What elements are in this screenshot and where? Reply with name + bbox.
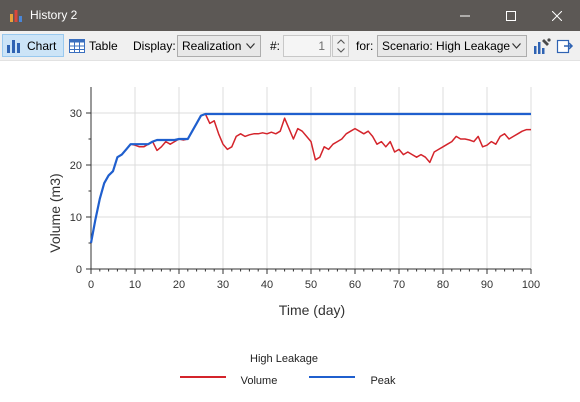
maximize-icon	[506, 10, 516, 21]
x-tick-label: 20	[173, 279, 185, 291]
bar-chart-icon	[7, 40, 20, 53]
chart-properties-icon[interactable]	[533, 37, 551, 55]
x-tick-label: 0	[88, 279, 94, 291]
axes: 0 10 20 30 40 50 60 70 80 90 100 0 10 20 30	[70, 87, 540, 291]
minimize-icon	[460, 15, 470, 16]
scenario-select-value: Scenario: High Leakage	[382, 39, 511, 53]
y-tick-label: 20	[70, 160, 82, 172]
history-chart: 0 10 20 30 40 50 60 70 80 90 100 0 10 20 30 Volume (m3…	[47, 87, 540, 387]
toolbar: Chart Table Display: Realization #: 1 fo…	[0, 31, 580, 61]
history-chart-app-icon	[10, 10, 22, 22]
x-tick-label: 40	[261, 279, 273, 291]
title-bar: History 2	[0, 0, 580, 31]
display-label: Display:	[133, 39, 176, 53]
realization-spinner[interactable]	[332, 35, 349, 57]
scenario-label: for:	[356, 39, 374, 53]
display-select[interactable]: Realization	[177, 35, 261, 57]
legend-title: High Leakage	[250, 353, 318, 365]
chart-view-label: Chart	[27, 38, 57, 53]
table-icon	[69, 38, 85, 53]
table-view-button[interactable]: Table	[67, 34, 121, 57]
x-axis-label: Time (day)	[279, 302, 345, 318]
minimize-button[interactable]	[442, 0, 488, 31]
maximize-button[interactable]	[488, 0, 534, 31]
legend: Volume Peak	[180, 375, 396, 387]
close-button[interactable]	[534, 0, 580, 31]
legend-label-volume: Volume	[241, 375, 278, 387]
x-tick-label: 60	[349, 279, 361, 291]
y-tick-label: 0	[76, 264, 82, 276]
table-view-label: Table	[89, 38, 118, 53]
x-tick-label: 80	[437, 279, 449, 291]
scenario-select[interactable]: Scenario: High Leakage	[377, 35, 527, 57]
chevron-down-icon	[512, 43, 521, 49]
x-tick-label: 10	[129, 279, 141, 291]
chart-view-button[interactable]: Chart	[2, 34, 64, 57]
y-tick-label: 10	[70, 212, 82, 224]
x-tick-label: 100	[522, 279, 540, 291]
x-tick-label: 70	[393, 279, 405, 291]
display-select-value: Realization	[182, 39, 242, 53]
window-title: History 2	[30, 8, 78, 22]
y-axis-label: Volume (m3)	[47, 173, 63, 252]
export-icon[interactable]	[556, 37, 574, 55]
spin-down-icon	[337, 48, 345, 53]
close-icon	[552, 10, 562, 21]
y-tick-label: 30	[70, 108, 82, 120]
x-tick-label: 50	[305, 279, 317, 291]
x-tick-label: 30	[217, 279, 229, 291]
spin-up-icon	[337, 39, 345, 44]
x-tick-label: 90	[481, 279, 493, 291]
legend-label-peak: Peak	[370, 375, 396, 387]
realization-number-input[interactable]: 1	[283, 35, 331, 57]
chevron-down-icon	[246, 43, 255, 49]
realization-number-label: #:	[270, 39, 281, 53]
